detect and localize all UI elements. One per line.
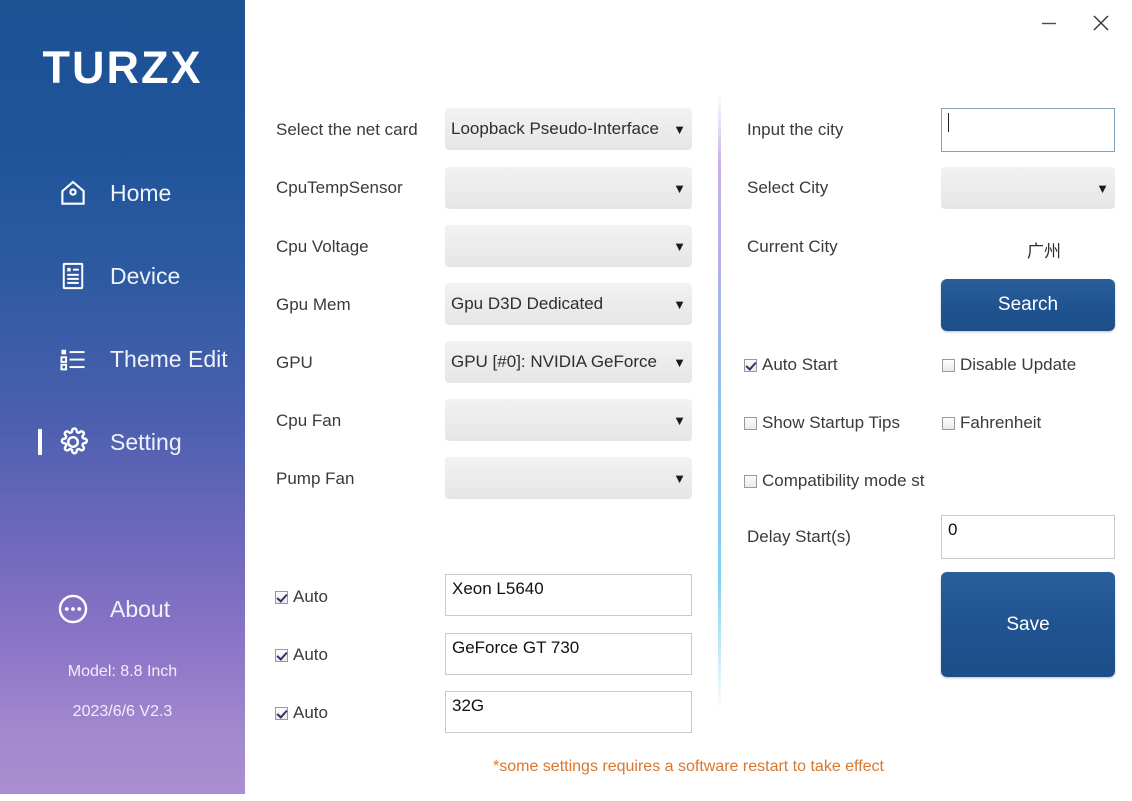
label-cpu-voltage: Cpu Voltage bbox=[276, 237, 369, 257]
checkbox-box bbox=[275, 707, 288, 720]
checkbox-disable-update[interactable]: Disable Update bbox=[942, 355, 1076, 375]
checkbox-show-startup-tips[interactable]: Show Startup Tips bbox=[744, 413, 900, 433]
search-button[interactable]: Search bbox=[941, 279, 1115, 331]
checkbox-box bbox=[275, 591, 288, 604]
sidebar-item-device[interactable]: Device bbox=[0, 253, 245, 299]
checkbox-label: Auto bbox=[293, 703, 328, 723]
label-select-city: Select City bbox=[747, 178, 828, 198]
checkbox-compatibility-mode[interactable]: Compatibility mode st bbox=[744, 471, 925, 491]
label-delay-start: Delay Start(s) bbox=[747, 527, 851, 547]
checkbox-box bbox=[942, 417, 955, 430]
label-gpu-mem: Gpu Mem bbox=[276, 295, 351, 315]
input-cpu-name[interactable]: Xeon L5640 bbox=[445, 574, 692, 616]
label-pump-fan: Pump Fan bbox=[276, 469, 354, 489]
label-cpu-fan: Cpu Fan bbox=[276, 411, 341, 431]
dropdown-value: Gpu D3D Dedicated bbox=[451, 294, 671, 314]
chevron-down-icon: ▼ bbox=[673, 298, 686, 311]
checkbox-label: Fahrenheit bbox=[960, 413, 1041, 433]
sidebar-item-label: About bbox=[110, 596, 170, 623]
chevron-down-icon: ▼ bbox=[673, 240, 686, 253]
checkbox-box bbox=[744, 475, 757, 488]
list-icon bbox=[55, 341, 91, 377]
checkbox-fahrenheit[interactable]: Fahrenheit bbox=[942, 413, 1041, 433]
dropdown-value: Loopback Pseudo-Interface bbox=[451, 119, 671, 139]
text-caret bbox=[948, 113, 949, 132]
sidebar-item-theme-edit[interactable]: Theme Edit bbox=[0, 336, 245, 382]
input-delay-start[interactable]: 0 bbox=[941, 515, 1115, 559]
active-indicator bbox=[38, 429, 42, 455]
checkbox-label: Disable Update bbox=[960, 355, 1076, 375]
sidebar-item-setting[interactable]: Setting bbox=[0, 419, 245, 465]
dropdown-cpu-voltage[interactable]: ▼ bbox=[445, 225, 692, 267]
checkbox-label: Auto bbox=[293, 645, 328, 665]
restart-note: *some settings requires a software resta… bbox=[245, 758, 1132, 776]
settings-panel: Select the net card CpuTempSensor Cpu Vo… bbox=[245, 0, 1132, 801]
save-button[interactable]: Save bbox=[941, 572, 1115, 677]
firmware-version-text: 2023/6/6 V2.3 bbox=[0, 703, 245, 721]
chevron-down-icon: ▼ bbox=[673, 356, 686, 369]
sidebar: TURZX Home Device bbox=[0, 0, 245, 794]
checkbox-box bbox=[744, 359, 757, 372]
chevron-down-icon: ▼ bbox=[673, 472, 686, 485]
checkbox-label: Auto Start bbox=[762, 355, 838, 375]
label-gpu: GPU bbox=[276, 353, 313, 373]
dropdown-gpu[interactable]: GPU [#0]: NVIDIA GeForce ▼ bbox=[445, 341, 692, 383]
checkbox-label: Show Startup Tips bbox=[762, 413, 900, 433]
dropdown-gpu-mem[interactable]: Gpu D3D Dedicated ▼ bbox=[445, 283, 692, 325]
dropdown-value: GPU [#0]: NVIDIA GeForce bbox=[451, 352, 671, 372]
checkbox-box bbox=[744, 417, 757, 430]
clipped-bottom-row bbox=[245, 793, 1132, 801]
gear-icon bbox=[55, 424, 91, 460]
search-input-city[interactable] bbox=[941, 108, 1115, 152]
checkbox-auto-memory[interactable]: Auto bbox=[275, 703, 328, 723]
label-input-the-city: Input the city bbox=[747, 120, 843, 140]
chevron-down-icon: ▼ bbox=[673, 123, 686, 136]
column-divider bbox=[718, 92, 721, 712]
sidebar-item-label: Theme Edit bbox=[110, 346, 228, 373]
ellipsis-circle-icon bbox=[55, 591, 91, 627]
dropdown-select-net-card[interactable]: Loopback Pseudo-Interface ▼ bbox=[445, 108, 692, 150]
checkbox-auto-cpu-name[interactable]: Auto bbox=[275, 587, 328, 607]
checkbox-auto-start[interactable]: Auto Start bbox=[744, 355, 838, 375]
chevron-down-icon: ▼ bbox=[1096, 182, 1109, 195]
dropdown-cpu-fan[interactable]: ▼ bbox=[445, 399, 692, 441]
sidebar-item-label: Home bbox=[110, 180, 171, 207]
home-icon bbox=[55, 175, 91, 211]
checkbox-box bbox=[942, 359, 955, 372]
label-select-net-card: Select the net card bbox=[276, 120, 418, 140]
dropdown-select-city[interactable]: ▼ bbox=[941, 167, 1115, 209]
sidebar-item-about[interactable]: About bbox=[0, 586, 245, 632]
input-gpu-name[interactable]: GeForce GT 730 bbox=[445, 633, 692, 675]
device-model-text: Model: 8.8 Inch bbox=[0, 663, 245, 681]
app-logo: TURZX bbox=[0, 42, 245, 94]
sidebar-item-label: Device bbox=[110, 263, 180, 290]
value-current-city: 广州 bbox=[1027, 237, 1061, 262]
chevron-down-icon: ▼ bbox=[673, 414, 686, 427]
checkbox-label: Auto bbox=[293, 587, 328, 607]
document-icon bbox=[55, 258, 91, 294]
label-current-city: Current City bbox=[747, 237, 838, 257]
app-window: TURZX Home Device bbox=[0, 0, 1132, 801]
chevron-down-icon: ▼ bbox=[673, 182, 686, 195]
dropdown-pump-fan[interactable]: ▼ bbox=[445, 457, 692, 499]
label-cpu-temp-sensor: CpuTempSensor bbox=[276, 178, 403, 198]
input-memory-size[interactable]: 32G bbox=[445, 691, 692, 733]
checkbox-label: Compatibility mode st bbox=[762, 471, 925, 491]
sidebar-item-home[interactable]: Home bbox=[0, 170, 245, 216]
dropdown-cpu-temp-sensor[interactable]: ▼ bbox=[445, 167, 692, 209]
checkbox-auto-gpu-name[interactable]: Auto bbox=[275, 645, 328, 665]
sidebar-item-label: Setting bbox=[110, 429, 182, 456]
checkbox-box bbox=[275, 649, 288, 662]
